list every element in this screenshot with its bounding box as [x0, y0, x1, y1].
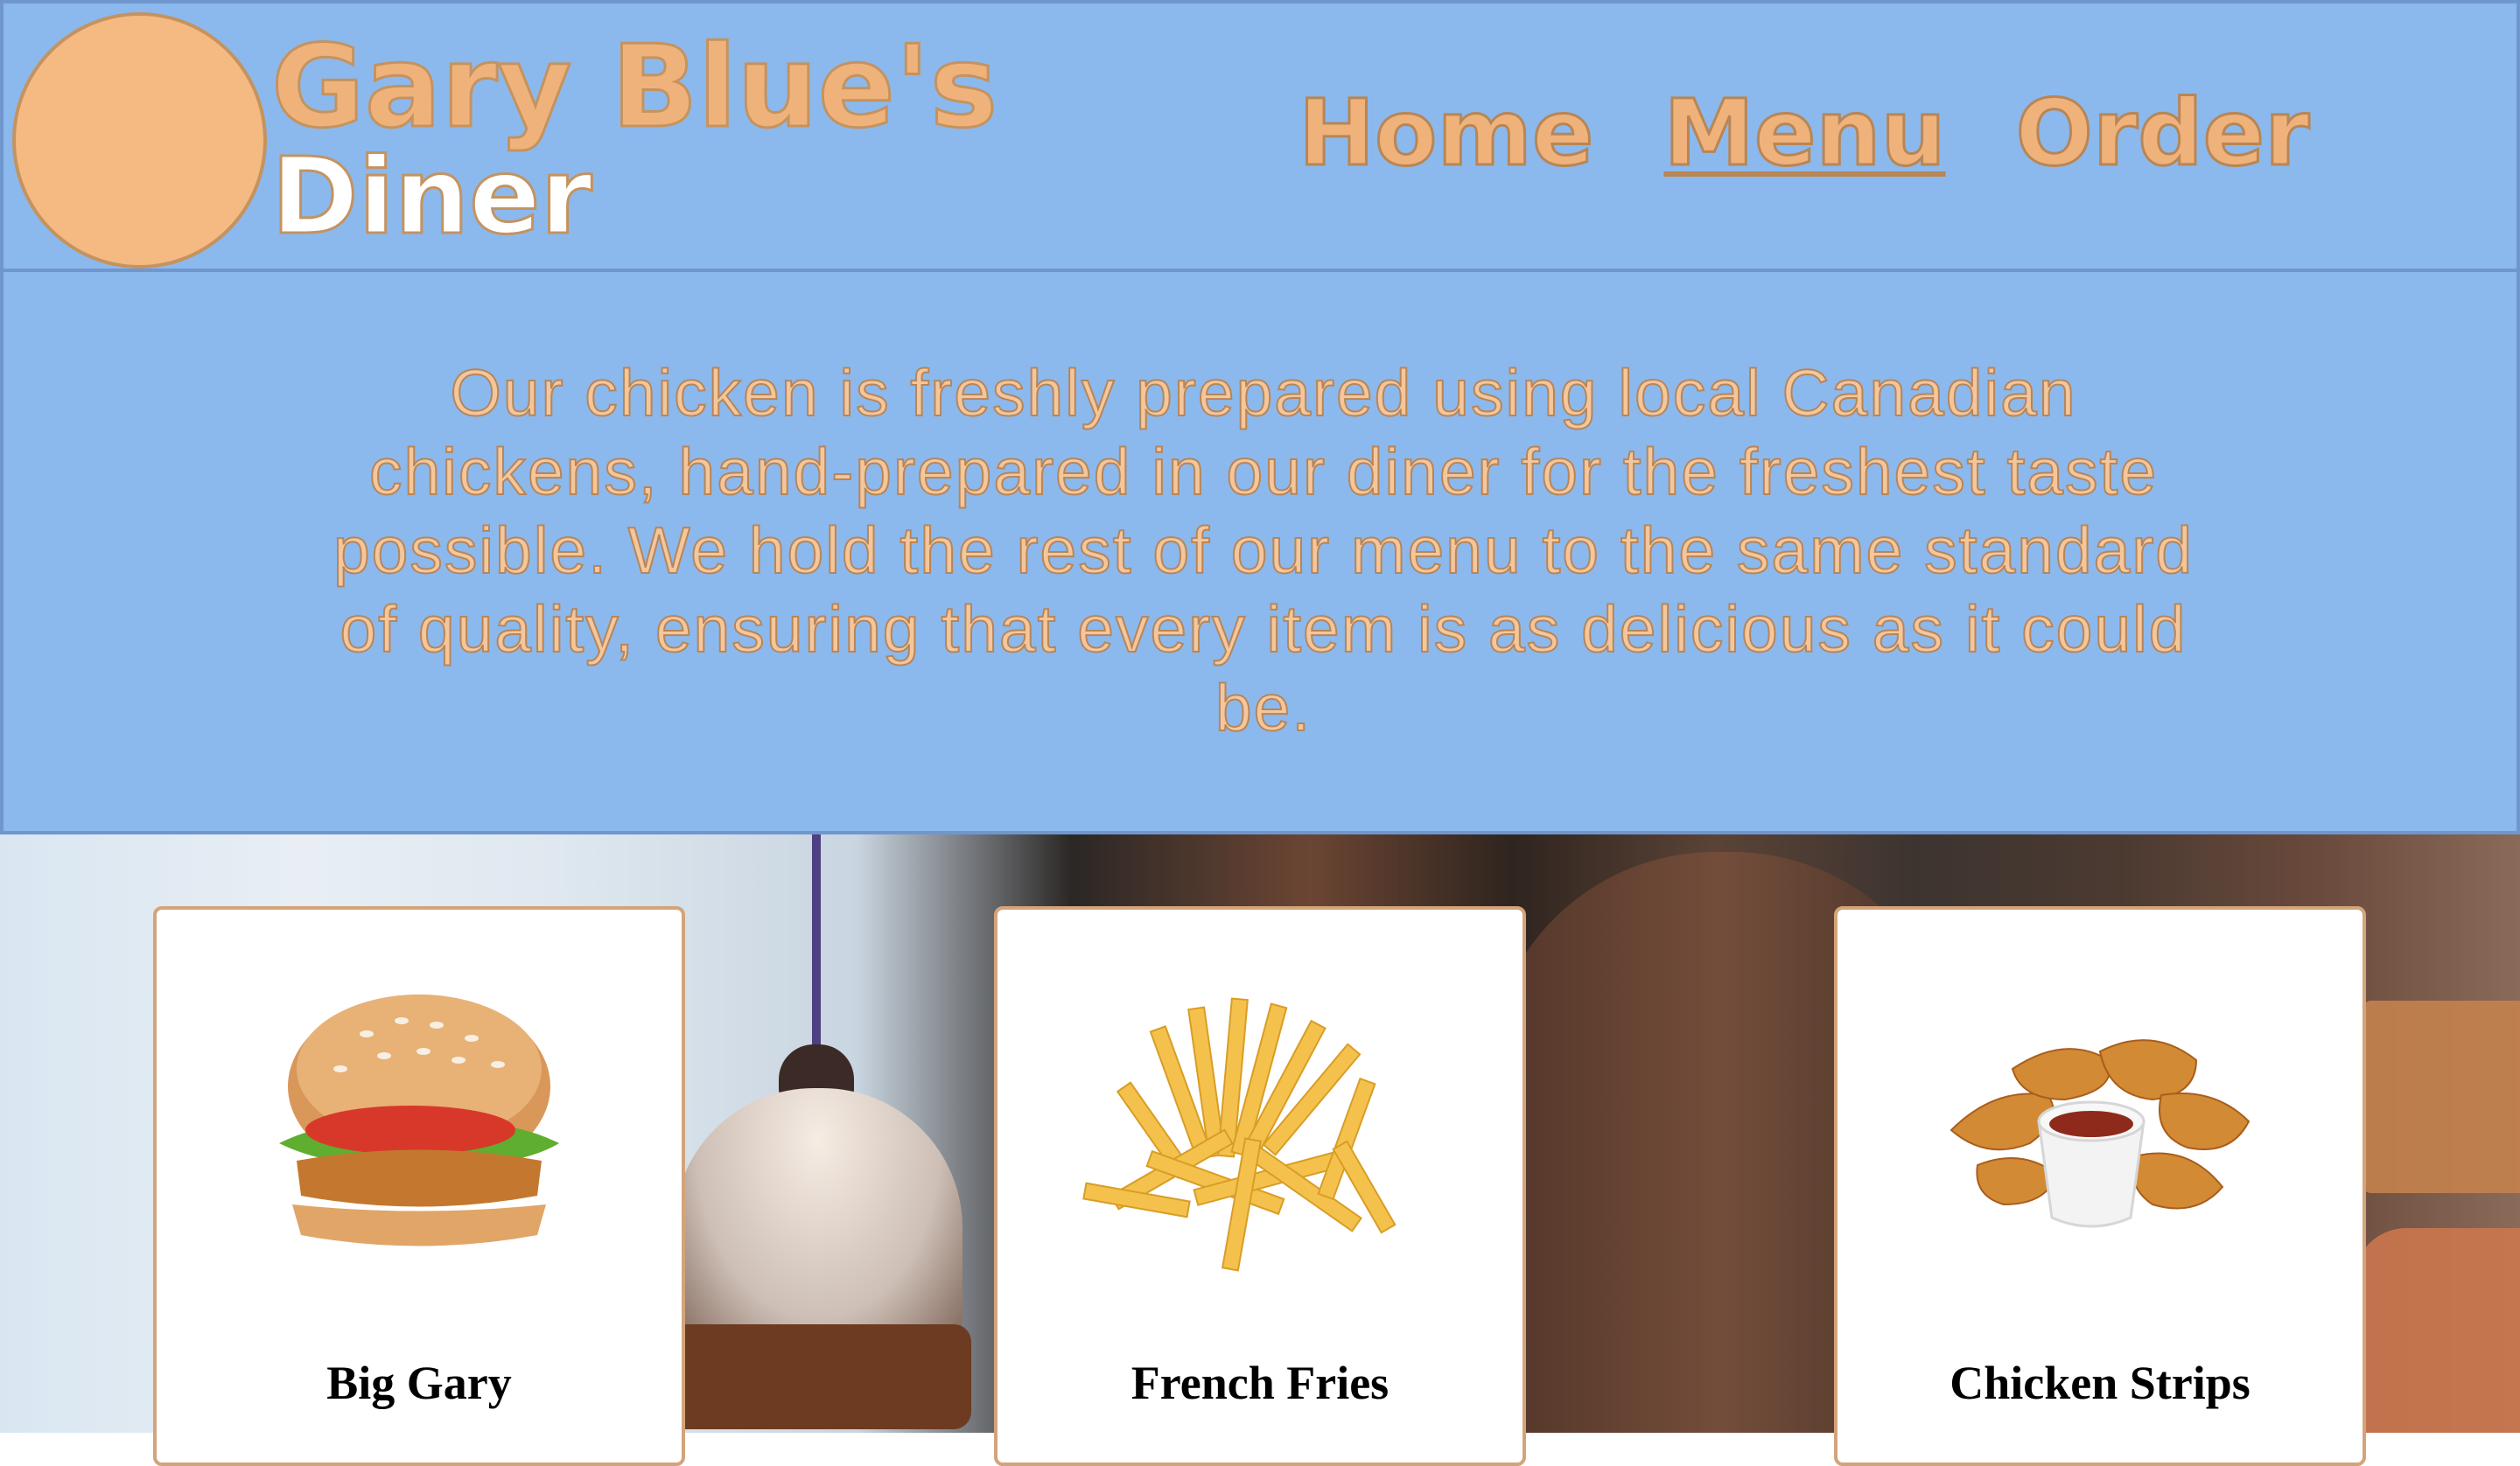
brand-name-line2: Diner	[270, 136, 594, 258]
brand-name-line1: Gary Blue's	[270, 20, 998, 153]
nav-home-link[interactable]: Home	[1297, 87, 1594, 180]
menu-card-french-fries[interactable]: French Fries	[994, 906, 1526, 1466]
lamp-shade	[674, 1088, 962, 1351]
menu-card-big-gary[interactable]: Big Gary	[153, 906, 685, 1466]
menu-item-title: French Fries	[1130, 1357, 1390, 1409]
nav-order-link[interactable]: Order	[2014, 87, 2311, 180]
burger-image	[279, 995, 559, 1246]
lamp-rim	[665, 1324, 971, 1429]
site-header: Gary Blue's Diner Home Menu Order	[0, 0, 2520, 272]
fries-image	[1082, 997, 1396, 1272]
wall-sign	[2362, 1001, 2520, 1193]
intro-section: Our chicken is freshly prepared using lo…	[0, 272, 2520, 834]
chicken-strips-image	[1950, 1039, 2250, 1228]
nav-menu-link[interactable]: Menu	[1662, 87, 1947, 180]
red-car-decor	[2354, 1228, 2520, 1433]
lamp-cord	[812, 834, 821, 1053]
logo-circle	[12, 12, 267, 269]
main-nav: Home Menu Order	[1297, 87, 2311, 180]
menu-card-chicken-strips[interactable]: Chicken Strips	[1834, 906, 2366, 1466]
intro-paragraph: Our chicken is freshly prepared using lo…	[332, 355, 2194, 745]
menu-item-title: Chicken Strips	[1950, 1357, 2250, 1409]
menu-item-title: Big Gary	[326, 1357, 512, 1409]
